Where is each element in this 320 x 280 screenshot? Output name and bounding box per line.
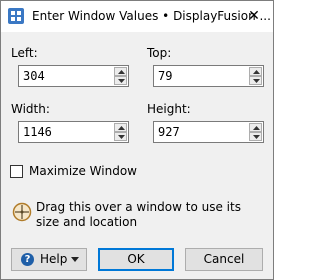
top-value[interactable]: 79 (158, 69, 172, 83)
caret-down-icon (71, 257, 79, 262)
chevron-down-icon (118, 79, 125, 83)
top-spinbox[interactable]: 79 (153, 65, 264, 87)
ok-button[interactable]: OK (98, 248, 174, 271)
width-label: Width: (11, 102, 50, 116)
height-spin-buttons (249, 123, 262, 141)
chevron-up-icon (253, 126, 260, 130)
close-button[interactable]: ✕ (245, 7, 263, 25)
chevron-down-icon (253, 135, 260, 139)
help-icon: ? (21, 253, 34, 266)
chevron-up-icon (118, 126, 125, 130)
top-label: Top: (147, 46, 172, 60)
chevron-up-icon (118, 70, 125, 74)
left-spin-buttons (114, 67, 127, 85)
height-label: Height: (147, 102, 191, 116)
height-value[interactable]: 927 (158, 125, 180, 139)
width-increment-button[interactable] (114, 123, 127, 132)
dialog-body: Left: 304 Top: 79 Width: 1146 Height: 92… (1, 32, 273, 279)
dialog-window: Enter Window Values • DisplayFusion ... … (0, 0, 274, 280)
left-spinbox[interactable]: 304 (18, 65, 129, 87)
title-bar[interactable]: Enter Window Values • DisplayFusion ... … (1, 1, 273, 32)
left-label: Left: (11, 46, 38, 60)
width-value[interactable]: 1146 (23, 125, 52, 139)
window-title: Enter Window Values • DisplayFusion ... (32, 9, 271, 23)
height-decrement-button[interactable] (249, 132, 262, 141)
top-decrement-button[interactable] (249, 76, 262, 85)
drag-hint-text: Drag this over a window to use its size … (36, 200, 241, 229)
chevron-down-icon (253, 79, 260, 83)
height-spinbox[interactable]: 927 (153, 121, 264, 143)
left-decrement-button[interactable] (114, 76, 127, 85)
top-increment-button[interactable] (249, 67, 262, 76)
help-label: Help (40, 252, 68, 266)
width-spinbox[interactable]: 1146 (18, 121, 129, 143)
help-button[interactable]: ? Help (11, 248, 87, 271)
left-value[interactable]: 304 (23, 69, 45, 83)
left-increment-button[interactable] (114, 67, 127, 76)
chevron-down-icon (118, 135, 125, 139)
displayfusion-icon (8, 8, 24, 24)
maximize-window-label[interactable]: Maximize Window (29, 164, 137, 178)
chevron-up-icon (253, 70, 260, 74)
width-spin-buttons (114, 123, 127, 141)
crosshair-target-icon[interactable] (12, 202, 32, 222)
cancel-button[interactable]: Cancel (185, 248, 263, 271)
width-decrement-button[interactable] (114, 132, 127, 141)
top-spin-buttons (249, 67, 262, 85)
maximize-window-checkbox[interactable] (10, 165, 23, 178)
height-increment-button[interactable] (249, 123, 262, 132)
